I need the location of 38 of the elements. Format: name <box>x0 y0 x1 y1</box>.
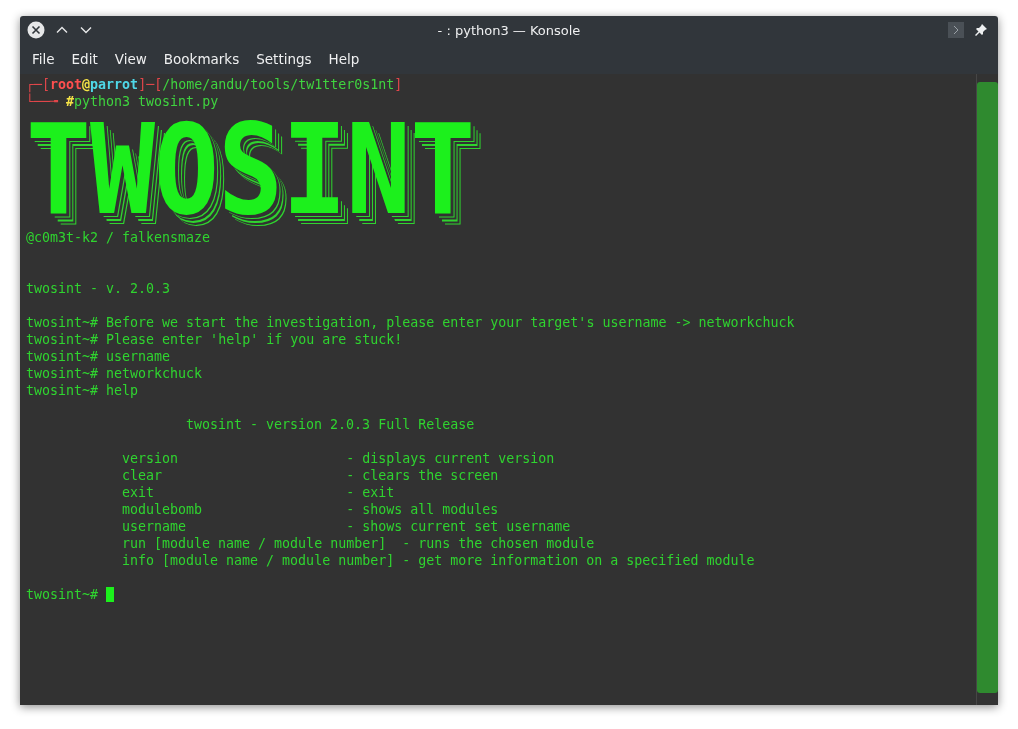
output-line: twosint~# username <box>26 349 171 364</box>
output-line: twosint~# Before we start the investigation, please enter your target's username -> networkchuck <box>26 315 795 330</box>
help-line: username - shows current set username <box>122 519 571 534</box>
prompt-text: ] <box>394 77 403 92</box>
pin-icon[interactable] <box>974 23 988 37</box>
output-line: twosint~# help <box>26 383 139 398</box>
help-line: modulebomb - shows all modules <box>122 502 499 517</box>
help-line: version - displays current version <box>122 451 555 466</box>
prompt-text: parrot <box>90 77 139 92</box>
prompt-text: └──╼ <box>26 94 60 109</box>
prompt-text: ]─[ <box>138 77 163 92</box>
close-icon[interactable] <box>27 21 45 39</box>
output-line: twosint~# networkchuck <box>26 366 203 381</box>
window-title: - : python3 — Konsole <box>437 22 581 38</box>
menu-item[interactable]: View <box>114 49 156 69</box>
prompt-text: twosint~# <box>26 587 99 602</box>
help-line: clear - clears the screen <box>122 468 499 483</box>
menu-item[interactable]: Bookmarks <box>163 49 249 69</box>
output-line: @c0m3t-k2 / falkensmaze <box>26 230 211 245</box>
help-line: run [module name / module number] - runs the chosen module <box>122 536 595 551</box>
prompt-text: ┌─[ <box>26 77 51 92</box>
help-line: info [module name / module number] - get more information on a specified module <box>122 553 755 568</box>
prompt-text: python3 twosint.py <box>74 94 219 109</box>
prompt-text: /home/andu/tools/tw1tter0s1nt <box>162 77 395 92</box>
output-line: twosint - v. 2.0.3 <box>26 281 171 296</box>
menu-item[interactable]: Edit <box>71 49 107 69</box>
help-heading: twosint - version 2.0.3 Full Release <box>186 417 475 432</box>
menu-item[interactable]: Help <box>328 49 369 69</box>
prompt-text: @ <box>82 77 91 92</box>
text-cursor <box>106 587 115 602</box>
chevron-right-icon[interactable] <box>948 22 964 38</box>
help-line: exit - exit <box>122 485 395 500</box>
prompt-text: root <box>50 77 83 92</box>
output-line: twosint~# Please enter 'help' if you are stuck! <box>26 332 403 347</box>
menu-item[interactable]: File <box>32 49 64 69</box>
menu-item[interactable]: Settings <box>256 49 321 69</box>
scrollbar-thumb[interactable] <box>977 82 998 693</box>
prompt-text: # <box>66 94 75 109</box>
